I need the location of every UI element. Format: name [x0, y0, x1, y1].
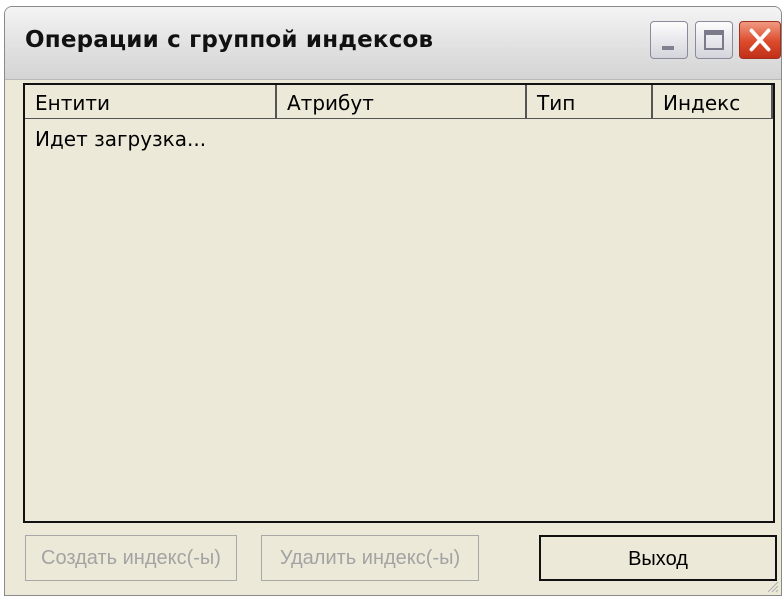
- resize-grip-icon[interactable]: [765, 579, 779, 593]
- delete-index-button[interactable]: Удалить индекс(-ы): [261, 535, 479, 581]
- close-button[interactable]: [739, 21, 781, 59]
- dialog-window: Операции с группой индексов Ентити Атриб…: [4, 6, 782, 596]
- column-header-attribute[interactable]: Атрибут: [277, 85, 527, 119]
- window-title: Операции с группой индексов: [25, 27, 434, 53]
- list-header: Ентити Атрибут Тип Индекс: [25, 85, 773, 119]
- maximize-icon: [704, 30, 724, 50]
- index-list-view[interactable]: Ентити Атрибут Тип Индекс Идет загрузка.…: [23, 83, 775, 523]
- create-index-button[interactable]: Создать индекс(-ы): [25, 535, 237, 581]
- minimize-button[interactable]: [650, 21, 688, 59]
- loading-status-text: Идет загрузка...: [35, 127, 207, 151]
- title-bar[interactable]: Операции с группой индексов: [5, 7, 781, 80]
- minimize-icon: [662, 46, 674, 50]
- close-icon: [749, 28, 771, 52]
- maximize-button[interactable]: [695, 21, 733, 59]
- column-header-entity[interactable]: Ентити: [25, 85, 277, 119]
- column-header-type[interactable]: Тип: [527, 85, 653, 119]
- column-header-index[interactable]: Индекс: [653, 85, 773, 119]
- exit-button[interactable]: Выход: [539, 535, 777, 581]
